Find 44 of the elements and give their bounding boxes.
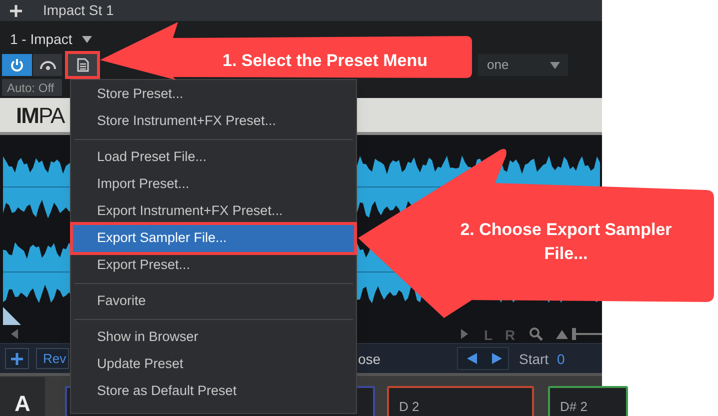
menu-item[interactable]: Favorite (73, 288, 354, 315)
logo-text: IMPA (16, 102, 64, 130)
menu-item[interactable]: Store Instrument+FX Preset... (73, 108, 354, 135)
instrument-selector[interactable]: 1 - Impact (10, 29, 92, 50)
tab-title[interactable]: Impact St 1 (43, 0, 114, 21)
nav-buttons-frame (457, 347, 509, 370)
add-icon (11, 352, 23, 364)
menu-item[interactable]: Update Preset (73, 351, 354, 378)
scroll-left-icon[interactable] (11, 329, 18, 339)
option-label: ose (358, 350, 381, 369)
start-value[interactable]: 0 (557, 349, 565, 370)
dropdown-arrow-icon (550, 62, 560, 68)
callout-text: 2. Choose Export Sampler File... (459, 219, 673, 265)
play-icon[interactable] (461, 329, 468, 339)
power-button[interactable] (2, 54, 32, 76)
menu-item[interactable]: Import Preset... (73, 171, 354, 198)
power-icon (10, 58, 24, 72)
monitor-button[interactable] (33, 54, 62, 76)
zoom-out-icon[interactable] (556, 330, 568, 339)
preset-menu-button[interactable] (68, 54, 97, 76)
zoom-slider[interactable] (572, 328, 602, 340)
bank-tab[interactable]: A (0, 377, 45, 416)
automation-button[interactable]: Auto: Off (2, 79, 62, 96)
next-icon[interactable] (492, 353, 502, 364)
arc-icon (38, 60, 56, 70)
add-icon[interactable] (9, 4, 23, 18)
menu-item[interactable]: Store as Default Preset (73, 378, 354, 405)
previous-icon[interactable] (467, 353, 477, 364)
zoom-icon[interactable] (529, 327, 543, 341)
menu-item[interactable]: Load Preset File... (73, 144, 354, 171)
reverse-button[interactable]: Rev (36, 348, 69, 369)
document-icon (76, 58, 88, 72)
preset-dropdown[interactable]: one (478, 54, 568, 76)
drum-pad[interactable]: D# 2 (548, 386, 628, 416)
drum-pad[interactable]: D 2 (387, 386, 534, 416)
menu-item[interactable]: Export Preset... (73, 252, 354, 279)
menu-item[interactable]: Store Preset... (73, 81, 354, 108)
add-button[interactable] (5, 348, 29, 369)
menu-item[interactable]: Export Sampler File... (73, 225, 354, 252)
menu-item[interactable]: Show in Browser (73, 324, 354, 351)
dropdown-arrow-icon (82, 36, 92, 43)
start-label: Start (519, 350, 549, 369)
callout-text: 1. Select the Preset Menu (221, 50, 429, 72)
menu-item[interactable]: Export Instrument+FX Preset... (73, 198, 354, 225)
